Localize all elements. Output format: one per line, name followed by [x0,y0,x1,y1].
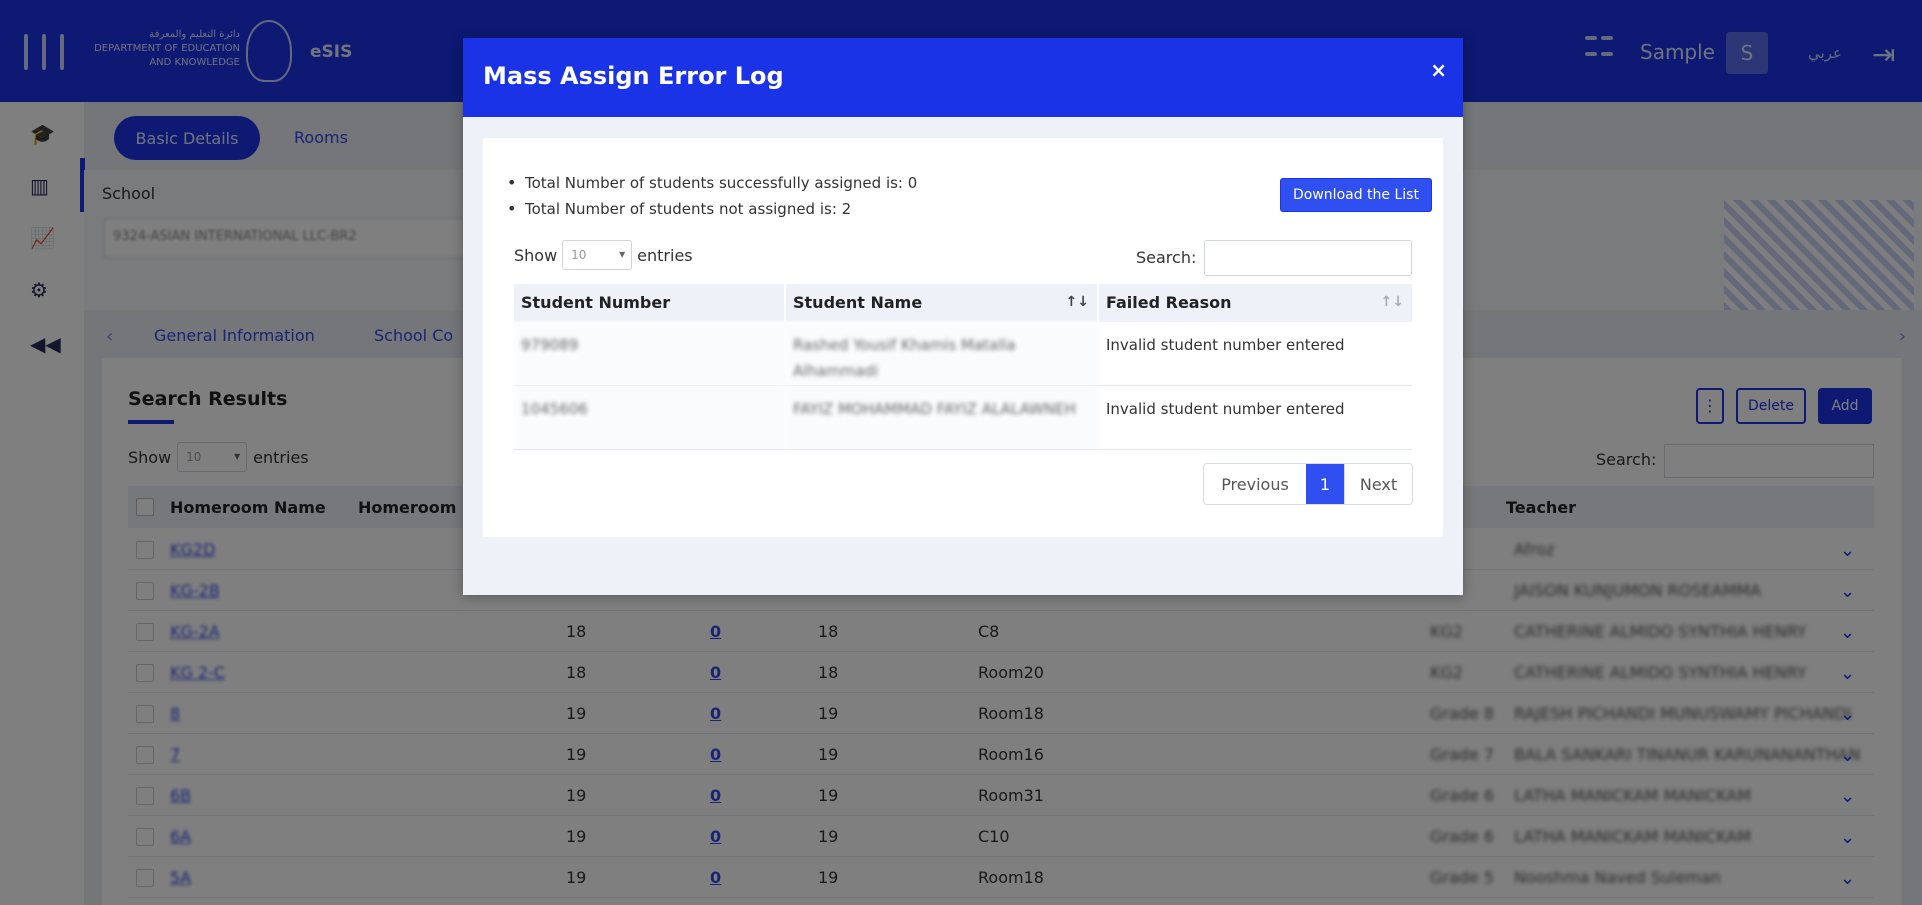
error-log-table-header: Student Number Student Name ↑↓ Failed Re… [514,284,1412,322]
modal-body: Total Number of students successfully as… [483,138,1443,537]
download-list-button[interactable]: Download the List [1280,178,1432,212]
entries-label: entries [637,245,693,265]
modal-search-input[interactable] [1204,240,1412,276]
student-name-cell: FAYIZ MOHAMMAD FAYIZ ALALAWNEH [786,386,1099,450]
pagination: Previous 1 Next [1203,463,1413,505]
show-label: Show [514,245,558,265]
table-row: 979089 Rashed Yousif Khamis Matalla Alha… [514,322,1412,386]
assignment-summary: Total Number of students successfully as… [503,170,917,222]
student-number-cell: 1045606 [514,386,786,450]
table-row: 1045606 FAYIZ MOHAMMAD FAYIZ ALALAWNEH I… [514,386,1412,450]
column-student-number[interactable]: Student Number [514,284,786,322]
pagination-page-1[interactable]: 1 [1306,464,1344,504]
column-student-name[interactable]: Student Name ↑↓ [786,284,1099,322]
column-failed-reason-label: Failed Reason [1106,293,1232,312]
modal-search-label: Search: [1136,248,1197,267]
modal-length-select[interactable]: 10 [562,240,633,270]
sort-descending-icon[interactable]: ↑↓ [1066,294,1089,310]
column-failed-reason[interactable]: Failed Reason ↑↓ [1099,284,1412,322]
sort-icon[interactable]: ↑↓ [1381,294,1404,310]
error-log-table: Student Number Student Name ↑↓ Failed Re… [514,284,1412,450]
modal-title: Mass Assign Error Log [483,62,784,90]
modal-length-control: Show 10 entries [514,240,693,270]
row-divider [514,449,1412,450]
close-icon[interactable]: × [1430,58,1447,82]
failed-reason-cell: Invalid student number entered [1106,400,1345,418]
student-name-cell: Rashed Yousif Khamis Matalla Alhammadi [786,322,1099,386]
summary-assigned: Total Number of students successfully as… [503,170,917,196]
column-student-name-label: Student Name [793,293,923,312]
modal-header: Mass Assign Error Log × [463,38,1463,117]
summary-not-assigned: Total Number of students not assigned is… [503,196,917,222]
failed-reason-cell: Invalid student number entered [1106,336,1345,354]
pagination-next[interactable]: Next [1344,464,1412,504]
student-number-cell: 979089 [514,322,786,386]
pagination-previous[interactable]: Previous [1204,464,1306,504]
mass-assign-error-log-modal: Mass Assign Error Log × Total Number of … [463,38,1463,595]
